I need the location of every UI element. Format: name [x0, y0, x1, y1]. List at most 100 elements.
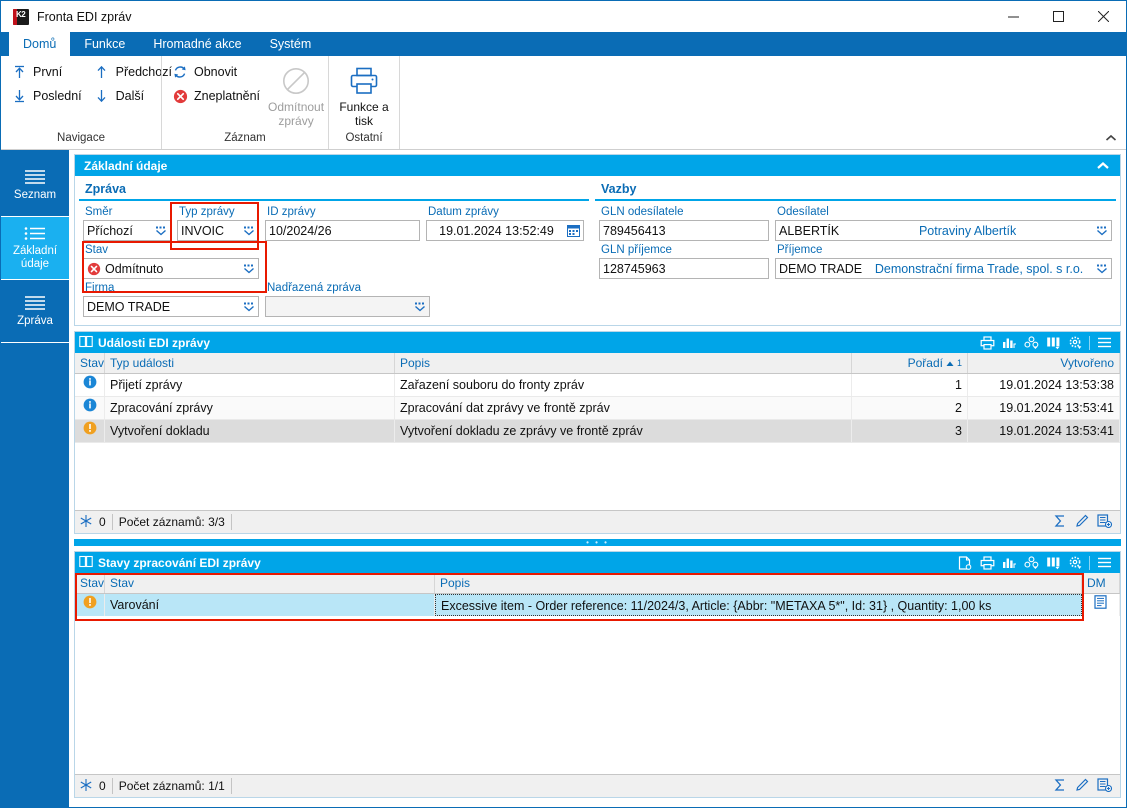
panel-splitter[interactable]: • • •	[74, 539, 1121, 546]
pencil-icon[interactable]	[1075, 514, 1089, 531]
input-firma[interactable]: DEMO TRADE	[83, 296, 259, 317]
k2-logo-icon	[13, 9, 29, 25]
ribbon-button-zneplatneni[interactable]: Zneplatnění	[168, 84, 268, 108]
cell-vytvoreno: 19.01.2024 13:53:41	[968, 420, 1120, 442]
column-header-popis[interactable]: Popis	[395, 353, 852, 373]
chart-icon[interactable]	[1001, 335, 1017, 351]
warning-icon	[83, 420, 97, 442]
value-datum-zpravy: 19.01.2024 13:52:49	[439, 224, 554, 238]
close-icon[interactable]	[1081, 1, 1126, 32]
pencil-icon[interactable]	[1075, 778, 1089, 795]
value-smer: Příchozí	[87, 224, 133, 238]
column-header-stav[interactable]: Stav	[105, 573, 435, 593]
tab-system[interactable]: Systém	[256, 32, 326, 56]
info-icon	[83, 374, 97, 396]
ribbon-body: První Poslední	[1, 56, 1126, 150]
main-area: Seznam Základní údaje Zpráva Základní úd…	[1, 150, 1126, 807]
menu-icon[interactable]	[1096, 555, 1112, 571]
input-typ-zpravy[interactable]: INVOIC	[177, 220, 259, 241]
ribbon-label-odmitnout-zpravy: Odmítnout zprávy	[268, 100, 324, 128]
value-id-zpravy: 10/2024/26	[269, 224, 332, 238]
column-header-typ-udalosti[interactable]: Typ události	[105, 353, 395, 373]
sigma-icon[interactable]	[1053, 514, 1067, 531]
settings-icon[interactable]	[1067, 335, 1083, 351]
column-header-stav-icon[interactable]: Stav	[75, 573, 105, 593]
label-odesilatel: Odesílatel	[775, 205, 1112, 220]
panel-icon	[79, 335, 93, 351]
new-record-icon[interactable]	[1097, 778, 1112, 795]
input-stav[interactable]: Odmítnuto	[83, 258, 259, 279]
input-smer[interactable]: Příchozí	[83, 220, 171, 241]
calendar-icon[interactable]	[567, 224, 580, 237]
tab-hromadne-akce[interactable]: Hromadné akce	[139, 32, 255, 56]
sigma-icon[interactable]	[1053, 778, 1067, 795]
table-row[interactable]: Varování Excessive item - Order referenc…	[75, 594, 1120, 616]
cell-dm[interactable]	[1082, 594, 1120, 616]
grid-header-udalosti: Stav Typ události Popis Pořadí 1 Vytvoře…	[75, 353, 1120, 374]
maximize-icon[interactable]	[1036, 1, 1081, 32]
column-header-dm[interactable]: DM	[1082, 573, 1120, 593]
ribbon: Domů Funkce Hromadné akce Systém První	[1, 32, 1126, 150]
group-icon[interactable]	[1023, 555, 1039, 571]
section-vazby: Vazby GLN odesílatele 789456413 Odesílat…	[595, 180, 1116, 319]
sidebar-item-seznam[interactable]: Seznam	[1, 154, 69, 217]
columns-icon[interactable]	[1045, 335, 1061, 351]
ribbon-group-zaznam: Obnovit Zneplatnění Odmít	[161, 56, 328, 149]
cell-poradi: 3	[852, 420, 968, 442]
dropdown-chevron-down-icon[interactable]	[243, 263, 255, 275]
cell-stav	[75, 374, 105, 396]
dropdown-chevron-down-icon[interactable]	[155, 225, 167, 237]
ribbon-button-posledni[interactable]: Poslední	[7, 84, 90, 108]
columns-icon[interactable]	[1045, 555, 1061, 571]
print-icon[interactable]	[979, 555, 995, 571]
column-header-stav[interactable]: Stav	[75, 353, 105, 373]
value-gln-odesilatele: 789456413	[603, 224, 666, 238]
dropdown-chevron-down-icon[interactable]	[1096, 225, 1108, 237]
dropdown-chevron-down-icon[interactable]	[243, 301, 255, 313]
print-icon[interactable]	[979, 335, 995, 351]
ribbon-button-prvni[interactable]: První	[7, 60, 90, 84]
input-datum-zpravy[interactable]: 19.01.2024 13:52:49	[426, 220, 584, 241]
footer-divider	[231, 514, 232, 530]
snowflake-icon[interactable]	[79, 778, 93, 795]
snowflake-icon[interactable]	[79, 514, 93, 531]
red-x-circle-icon	[87, 262, 101, 276]
group-icon[interactable]	[1023, 335, 1039, 351]
column-header-poradi[interactable]: Pořadí 1	[852, 353, 968, 373]
input-prijemce[interactable]: DEMO TRADE Demonstrační firma Trade, spo…	[775, 258, 1112, 279]
tab-domu[interactable]: Domů	[9, 32, 70, 56]
grid-footer-udalosti: 0 Počet záznamů: 3/3	[75, 510, 1120, 533]
ribbon-button-obnovit[interactable]: Obnovit	[168, 60, 268, 84]
dropdown-chevron-down-icon[interactable]	[414, 301, 426, 313]
dropdown-chevron-down-icon[interactable]	[243, 225, 255, 237]
input-id-zpravy[interactable]: 10/2024/26	[265, 220, 420, 241]
field-odesilatel: Odesílatel ALBERTÍK Potraviny Albertík	[775, 205, 1112, 241]
ribbon-collapse-chevron-up-icon[interactable]	[1102, 129, 1120, 147]
cell-typ-udalosti: Přijetí zprávy	[105, 374, 395, 396]
column-header-vytvoreno[interactable]: Vytvořeno	[968, 353, 1120, 373]
column-header-popis[interactable]: Popis	[435, 573, 1082, 593]
sidebar-item-zprava[interactable]: Zpráva	[1, 280, 69, 343]
dropdown-chevron-down-icon[interactable]	[1096, 263, 1108, 275]
tab-funkce[interactable]: Funkce	[70, 32, 139, 56]
document-icon[interactable]	[1094, 594, 1107, 616]
export-icon[interactable]	[957, 555, 973, 571]
panel-collapse-chevron-up-icon[interactable]	[1096, 161, 1116, 170]
ribbon-group-label-navigace: Navigace	[1, 129, 161, 149]
input-gln-prijemce[interactable]: 128745963	[599, 258, 769, 279]
new-record-icon[interactable]	[1097, 514, 1112, 531]
ribbon-button-funkce-a-tisk[interactable]: Funkce a tisk	[335, 60, 393, 129]
input-gln-odesilatele[interactable]: 789456413	[599, 220, 769, 241]
input-odesilatel[interactable]: ALBERTÍK Potraviny Albertík	[775, 220, 1112, 241]
table-row[interactable]: Zpracování zprávy Zpracování dat zprávy …	[75, 397, 1120, 420]
cell-typ-udalosti: Vytvoření dokladu	[105, 420, 395, 442]
minimize-icon[interactable]	[991, 1, 1036, 32]
settings-icon[interactable]	[1067, 555, 1083, 571]
input-nadrazena-zprava[interactable]	[265, 296, 430, 317]
sidebar-item-zakladni-udaje[interactable]: Základní údaje	[1, 217, 69, 280]
table-row[interactable]: Vytvoření dokladu Vytvoření dokladu ze z…	[75, 420, 1120, 443]
menu-icon[interactable]	[1096, 335, 1112, 351]
chart-icon[interactable]	[1001, 555, 1017, 571]
ribbon-label-posledni: Poslední	[33, 89, 82, 103]
table-row[interactable]: Přijetí zprávy Zařazení souboru do front…	[75, 374, 1120, 397]
